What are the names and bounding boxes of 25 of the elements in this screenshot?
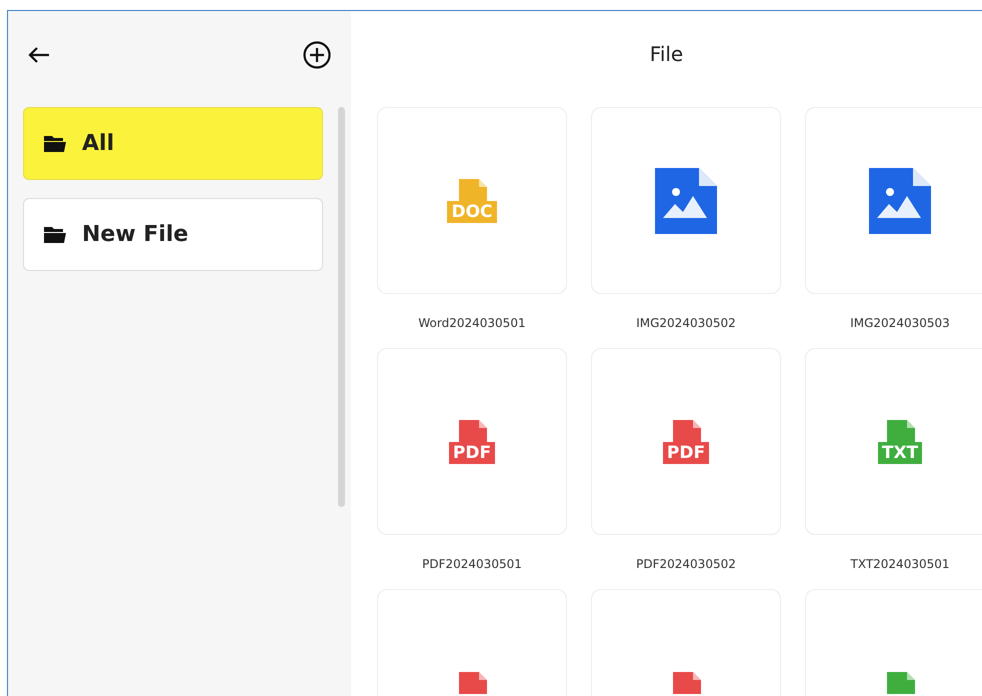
folder-icon [44, 226, 66, 243]
file-card[interactable]: TXT [805, 348, 982, 535]
file-type-badge: PDF [662, 442, 710, 464]
file-card[interactable]: PDF [377, 348, 567, 535]
image-file-icon [869, 168, 931, 234]
file-card[interactable]: PDF [591, 348, 781, 535]
file-card[interactable] [805, 107, 982, 294]
folder-item[interactable]: New File [23, 198, 323, 271]
file-name: PDF2024030501 [422, 556, 522, 573]
page-title: File [650, 41, 684, 68]
file-name: TXT2024030501 [850, 556, 950, 573]
file-name: IMG2024030503 [850, 315, 950, 332]
add-circle-icon[interactable] [303, 41, 331, 69]
folder-icon [44, 135, 66, 152]
image-file-icon [655, 168, 717, 234]
file-name: Word2024030501 [418, 315, 526, 332]
scrollbar[interactable] [338, 107, 345, 507]
file-name: PDF2024030502 [636, 556, 736, 573]
file-card[interactable] [591, 107, 781, 294]
folder-item[interactable]: All [23, 107, 323, 180]
file-type-badge: PDF [448, 442, 496, 464]
back-arrow-icon[interactable] [28, 46, 50, 64]
file-type-badge: TXT [878, 442, 922, 464]
file-type-badge: DOC [447, 200, 497, 222]
file-name: IMG2024030502 [636, 315, 736, 332]
